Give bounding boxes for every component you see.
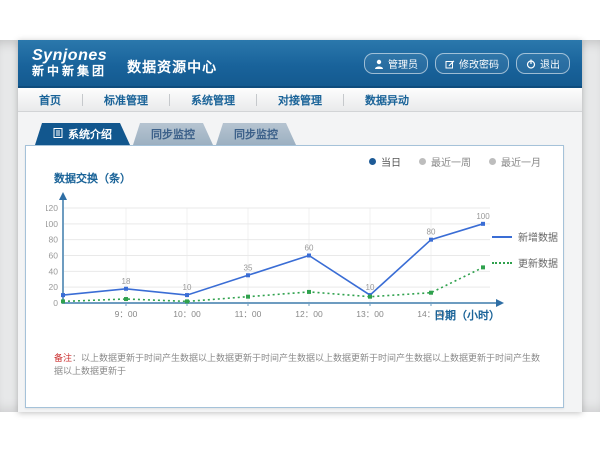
footnote-label: 备注	[54, 353, 72, 363]
time-range-filter: 当日 最近一周 最近一月	[369, 154, 541, 169]
nav-item-interface-mgmt[interactable]: 对接管理	[257, 92, 343, 108]
radio-dot-icon	[489, 158, 496, 165]
brand-name-cn: 新中新集团	[32, 65, 107, 78]
edit-icon	[445, 59, 455, 69]
svg-text:120: 120	[46, 203, 58, 213]
y-axis-title: 数据交换（条）	[54, 170, 131, 186]
radio-label: 最近一周	[431, 154, 471, 169]
nav-item-home[interactable]: 首页	[18, 92, 82, 108]
svg-text:35: 35	[244, 263, 253, 272]
svg-text:12：00: 12：00	[295, 309, 323, 319]
radio-dot-icon	[369, 158, 376, 165]
svg-text:40: 40	[49, 266, 59, 276]
tab-system-intro[interactable]: 系统介绍	[35, 123, 130, 145]
brand-name: Synjones	[32, 48, 107, 65]
logout-label: 退出	[540, 56, 560, 71]
legend-item-updated-data: 更新数据	[492, 255, 558, 270]
chart-legend: 新增数据 更新数据	[492, 229, 558, 270]
svg-text:10: 10	[366, 283, 375, 292]
user-button[interactable]: 管理员	[364, 53, 428, 74]
screen: Synjones 新中新集团 数据资源中心 管理员 修改密码	[0, 0, 600, 450]
power-icon	[526, 59, 536, 69]
radio-last-week[interactable]: 最近一周	[419, 154, 471, 169]
change-password-button[interactable]: 修改密码	[435, 53, 509, 74]
nav-item-data-change[interactable]: 数据异动	[344, 92, 430, 108]
tab-label: 系统介绍	[68, 126, 112, 142]
svg-text:0: 0	[53, 298, 58, 308]
svg-text:13：00: 13：00	[356, 309, 384, 319]
header-actions: 管理员 修改密码 退出	[364, 53, 570, 74]
legend-item-new-data: 新增数据	[492, 229, 558, 244]
legend-label: 新增数据	[518, 229, 558, 244]
main-nav: 首页 标准管理 系统管理 对接管理 数据异动	[18, 88, 582, 112]
svg-text:11：00: 11：00	[235, 309, 262, 319]
tab-label: 同步监控	[151, 126, 195, 142]
tab-sync-monitor-1[interactable]: 同步监控	[133, 123, 213, 145]
x-axis-title: 日期（小时）	[434, 307, 500, 323]
page-title: 数据资源中心	[127, 57, 217, 77]
tab-bar: 系统介绍 同步监控 同步监控	[35, 123, 299, 145]
radio-dot-icon	[419, 158, 426, 165]
user-icon	[374, 59, 384, 69]
svg-text:80: 80	[427, 228, 436, 237]
content-panel: 当日 最近一周 最近一月 数据交换（条） 0 20 40 60 80 100 120 9：00…	[25, 145, 564, 408]
svg-text:100: 100	[46, 219, 58, 229]
tab-label: 同步监控	[234, 126, 278, 142]
svg-text:20: 20	[49, 282, 59, 292]
user-button-label: 管理员	[388, 56, 418, 71]
svg-text:60: 60	[305, 244, 314, 253]
line-swatch-icon	[492, 262, 512, 264]
svg-text:80: 80	[49, 235, 59, 245]
nav-item-standard-mgmt[interactable]: 标准管理	[83, 92, 169, 108]
tab-sync-monitor-2[interactable]: 同步监控	[216, 123, 296, 145]
document-icon	[53, 128, 63, 141]
change-password-label: 修改密码	[459, 56, 499, 71]
svg-text:10：00: 10：00	[173, 309, 201, 319]
footnote: 备注：以上数据更新于时间产生数据以上数据更新于时间产生数据以上数据更新于时间产生…	[54, 351, 544, 377]
brand-logo: Synjones 新中新集团	[32, 48, 107, 77]
radio-label: 最近一月	[501, 154, 541, 169]
nav-item-system-mgmt[interactable]: 系统管理	[170, 92, 256, 108]
series-新增数据: 18 10 35 60 10 80 100	[61, 212, 490, 297]
radio-label: 当日	[381, 154, 401, 169]
footnote-text: ：以上数据更新于时间产生数据以上数据更新于时间产生数据以上数据更新于时间产生数据…	[54, 353, 540, 376]
line-swatch-icon	[492, 236, 512, 238]
radio-today[interactable]: 当日	[369, 154, 401, 169]
app-window: Synjones 新中新集团 数据资源中心 管理员 修改密码	[18, 40, 582, 412]
svg-text:10: 10	[183, 283, 192, 292]
app-header: Synjones 新中新集团 数据资源中心 管理员 修改密码	[18, 40, 582, 88]
svg-text:9：00: 9：00	[115, 309, 138, 319]
logout-button[interactable]: 退出	[516, 53, 570, 74]
svg-text:100: 100	[476, 212, 490, 221]
svg-text:18: 18	[122, 277, 131, 286]
legend-label: 更新数据	[518, 255, 558, 270]
radio-last-month[interactable]: 最近一月	[489, 154, 541, 169]
svg-text:60: 60	[49, 251, 59, 261]
